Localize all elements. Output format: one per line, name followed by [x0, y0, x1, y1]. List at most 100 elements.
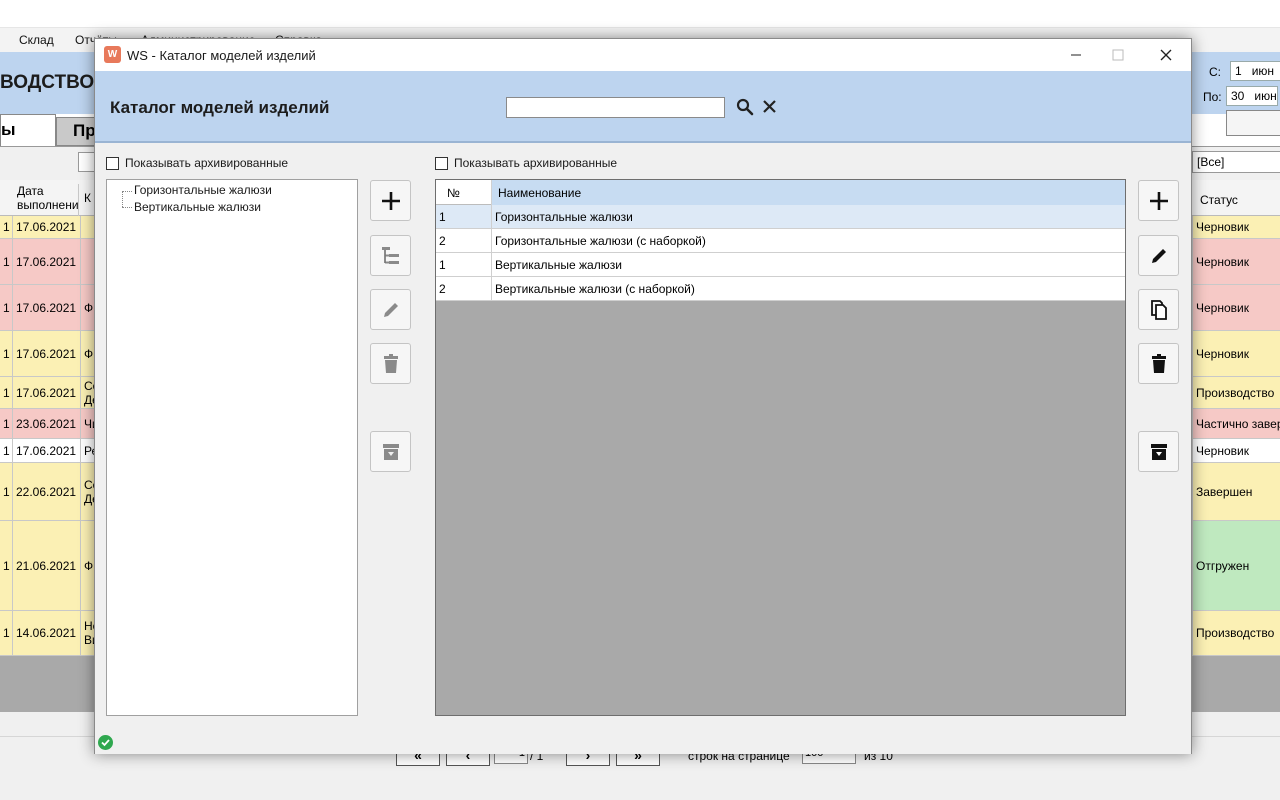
maximize-icon	[1112, 49, 1124, 61]
status-filter[interactable]: [Все]	[1192, 151, 1280, 173]
row-number: 2	[436, 277, 492, 301]
archive-model-button[interactable]	[1138, 431, 1179, 472]
col-header-status[interactable]: Статус	[1200, 193, 1238, 207]
delete-model-button[interactable]	[1138, 343, 1179, 384]
row-date: 21.06.2021	[13, 521, 81, 610]
trash-icon	[383, 353, 398, 373]
background-app-titlebar	[0, 0, 1280, 28]
table-row[interactable]: 2 Горизонтальные жалюзи (с наборкой)	[436, 229, 1125, 253]
checkbox-box[interactable]	[106, 156, 119, 170]
checkbox-box[interactable]	[435, 156, 448, 170]
pencil-icon	[1151, 248, 1166, 263]
grid-header: № Наименование	[436, 180, 1125, 205]
row-status: Завершен	[1192, 463, 1280, 520]
minimize-button[interactable]	[1053, 39, 1099, 71]
row-number: 1	[436, 205, 492, 229]
clear-search-button[interactable]	[760, 97, 780, 117]
search-input[interactable]	[506, 97, 725, 118]
row-index: 1	[0, 463, 13, 520]
clear-icon	[763, 100, 776, 113]
search-icon	[736, 98, 754, 116]
window-statusbar	[95, 731, 1191, 754]
window-titlebar: W WS - Каталог моделей изделий	[95, 39, 1191, 71]
row-index: 1	[0, 331, 13, 376]
add-subgroup-button[interactable]	[370, 235, 411, 276]
row-index: 1	[0, 377, 13, 408]
col-header-name[interactable]: Наименование	[492, 180, 1125, 205]
copy-model-button[interactable]	[1138, 289, 1179, 330]
row-index: 1	[0, 216, 13, 238]
row-index: 1	[0, 409, 13, 438]
menu-item-warehouse[interactable]: Склад	[19, 33, 54, 47]
row-status: Черновик	[1192, 216, 1280, 238]
col-header-number[interactable]: №	[436, 180, 492, 205]
background-header-title: ВОДСТВО	[0, 72, 95, 93]
row-date: 17.06.2021	[13, 331, 81, 376]
row-status: Черновик	[1192, 439, 1280, 462]
row-name: Горизонтальные жалюзи (с наборкой)	[495, 234, 706, 248]
groups-tree[interactable]: Горизонтальные жалюзи Вертикальные жалюз…	[106, 179, 358, 716]
archive-icon	[1150, 443, 1167, 460]
row-date: 17.06.2021	[13, 216, 81, 238]
pencil-icon	[383, 302, 398, 317]
models-grid: № Наименование 1 Горизонтальные жалюзи 2…	[435, 179, 1126, 716]
close-icon	[1160, 49, 1172, 61]
window-title: WS - Каталог моделей изделий	[127, 48, 316, 63]
maximize-button[interactable]	[1095, 39, 1141, 71]
row-date: 17.06.2021	[13, 439, 81, 462]
archive-group-button[interactable]	[370, 431, 411, 472]
row-status: Черновик	[1192, 331, 1280, 376]
search-button[interactable]	[735, 97, 755, 117]
tree-item-vertical-blinds[interactable]: Вертикальные жалюзи	[134, 200, 261, 214]
plus-icon	[381, 191, 400, 210]
tree-structure-icon	[381, 246, 399, 264]
row-status: Производство	[1192, 611, 1280, 655]
table-row[interactable]: 1 Горизонтальные жалюзи	[436, 205, 1125, 229]
show-archived-groups-checkbox[interactable]: Показывать архивированные	[106, 156, 288, 170]
date-to-field[interactable]: 30 июн	[1226, 86, 1278, 106]
background-apply-button[interactable]	[1226, 110, 1280, 136]
row-date: 22.06.2021	[13, 463, 81, 520]
row-index: 1	[0, 439, 13, 462]
add-group-button[interactable]	[370, 180, 411, 221]
date-from-field[interactable]: 1 июн	[1230, 61, 1280, 81]
row-date: 17.06.2021	[13, 239, 81, 284]
show-archived-models-checkbox[interactable]: Показывать архивированные	[435, 156, 617, 170]
tree-connector	[122, 191, 132, 192]
minimize-icon	[1071, 54, 1081, 56]
row-date: 17.06.2021	[13, 377, 81, 408]
show-archived-groups-label: Показывать архивированные	[125, 156, 289, 170]
col-header-third[interactable]: К	[84, 191, 91, 205]
row-index: 1	[0, 611, 13, 655]
row-index: 1	[0, 285, 13, 330]
app-icon: W	[104, 46, 121, 63]
tree-connector	[122, 207, 132, 208]
row-number: 1	[436, 253, 492, 277]
row-status: Производство	[1192, 377, 1280, 408]
tree-connector	[122, 191, 123, 207]
edit-group-button[interactable]	[370, 289, 411, 330]
trash-icon	[1151, 353, 1166, 373]
plus-icon	[1149, 191, 1168, 210]
row-status: Отгружен	[1192, 521, 1280, 610]
row-status: Черновик	[1192, 285, 1280, 330]
add-model-button[interactable]	[1138, 180, 1179, 221]
delete-group-button[interactable]	[370, 343, 411, 384]
background-tab-active[interactable]: ы	[0, 114, 56, 146]
close-window-button[interactable]	[1143, 39, 1189, 71]
tree-item-horizontal-blinds[interactable]: Горизонтальные жалюзи	[134, 183, 272, 197]
row-name: Вертикальные жалюзи	[495, 258, 622, 272]
show-archived-models-label: Показывать архивированные	[454, 156, 618, 170]
date-from-label: С:	[1209, 65, 1221, 79]
col-header-date[interactable]: Дата выполнени	[13, 184, 79, 216]
table-row[interactable]: 2 Вертикальные жалюзи (с наборкой)	[436, 277, 1125, 301]
catalog-header: Каталог моделей изделий	[95, 71, 1191, 143]
archive-icon	[382, 443, 399, 460]
row-number: 2	[436, 229, 492, 253]
page-title: Каталог моделей изделий	[110, 98, 330, 117]
row-status: Частично завер	[1192, 409, 1280, 438]
edit-model-button[interactable]	[1138, 235, 1179, 276]
copy-icon	[1150, 299, 1167, 320]
catalog-window: W WS - Каталог моделей изделий Каталог м…	[94, 38, 1192, 754]
table-row[interactable]: 1 Вертикальные жалюзи	[436, 253, 1125, 277]
